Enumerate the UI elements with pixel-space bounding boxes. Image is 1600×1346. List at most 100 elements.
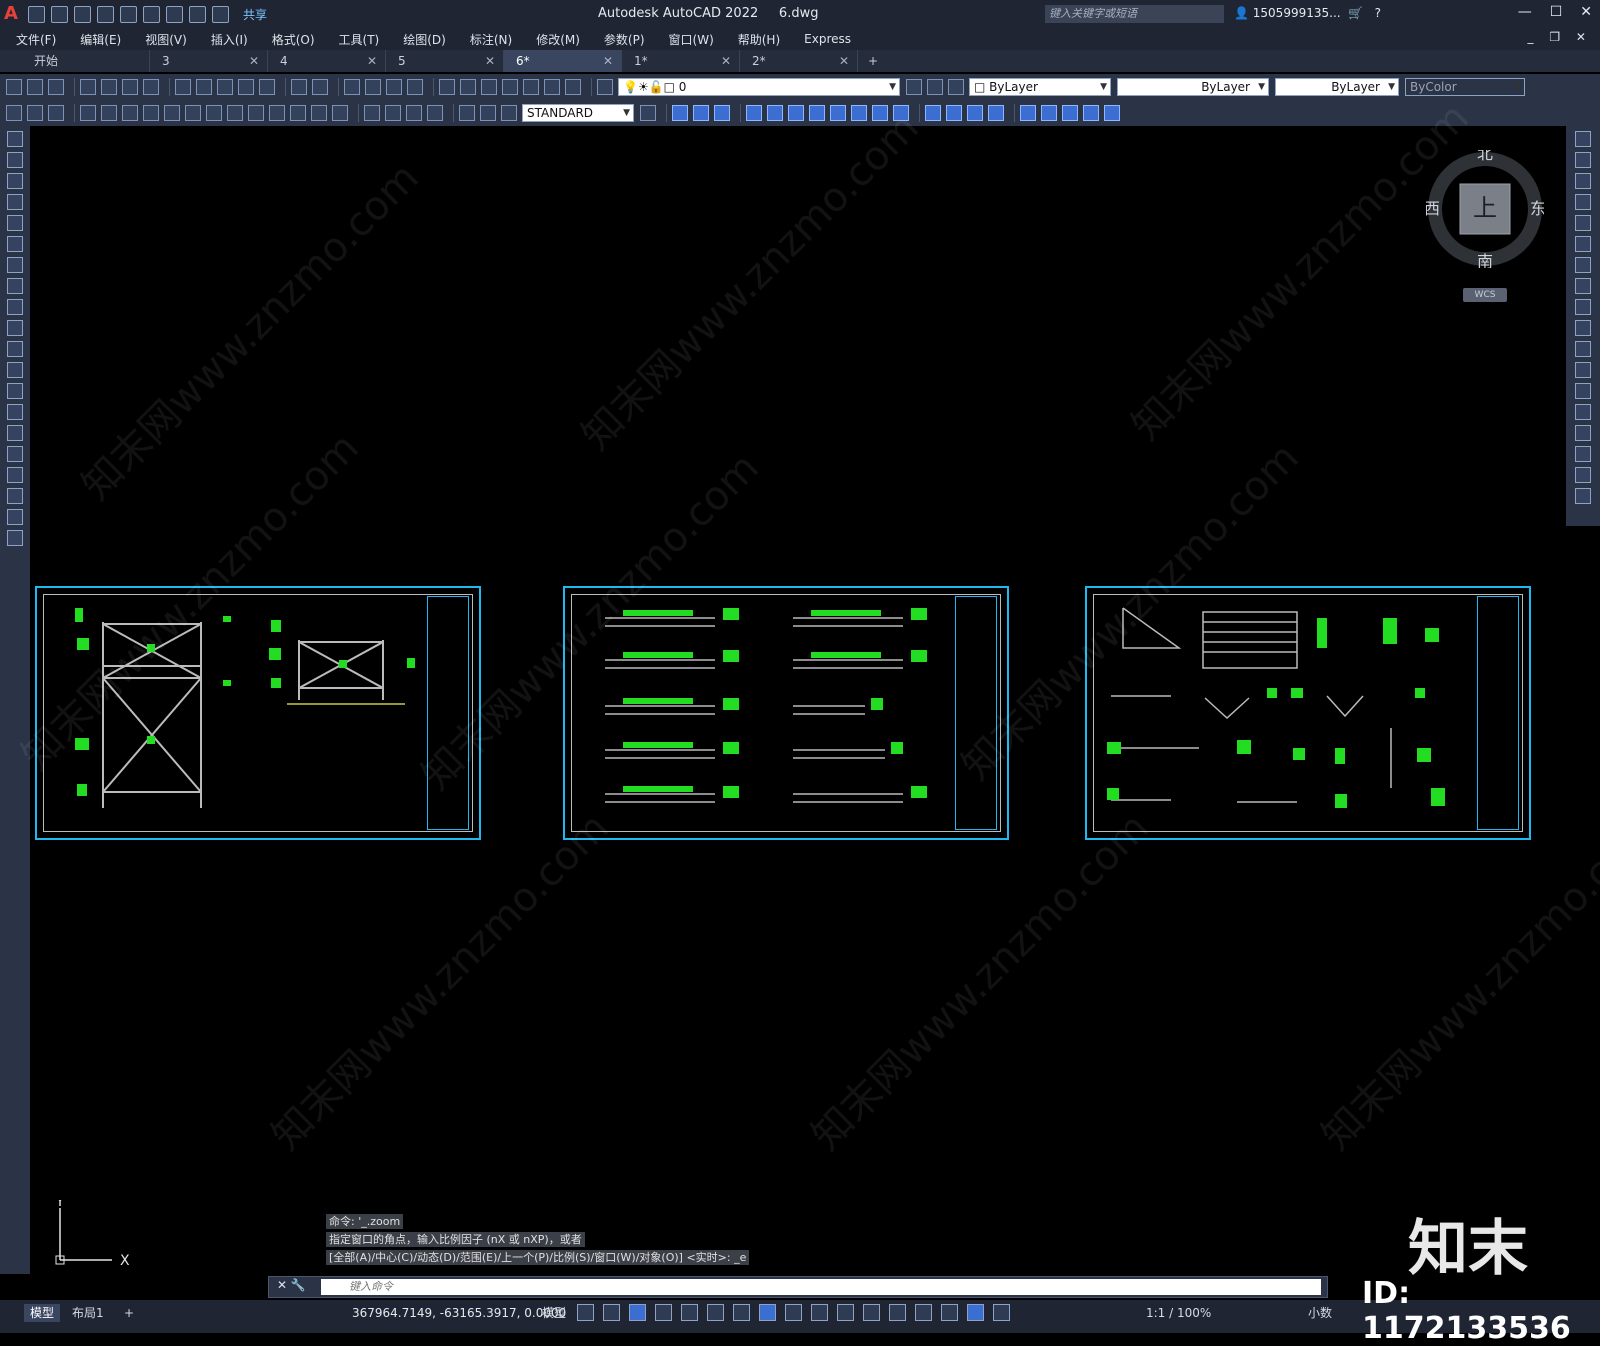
revision-cloud-icon[interactable] (7, 278, 23, 294)
drawing-sheet[interactable] (563, 586, 1009, 840)
open-icon[interactable] (51, 5, 68, 23)
menu-express[interactable]: Express (804, 32, 851, 46)
explode-icon[interactable] (1575, 488, 1591, 504)
close-tab-icon[interactable]: ✕ (485, 50, 495, 72)
dimension-update-icon[interactable] (501, 105, 517, 121)
join-icon[interactable] (1575, 404, 1591, 420)
scale-icon[interactable] (1575, 278, 1591, 294)
compass-north[interactable]: 北 (1477, 150, 1493, 163)
user-account[interactable]: 👤 1505999135... 🛒 ? (1234, 6, 1381, 20)
fillet-edge-icon[interactable] (925, 105, 941, 121)
viewcube-face-top[interactable]: 上 (1473, 194, 1497, 222)
stretch-icon[interactable] (1575, 299, 1591, 315)
offset-icon[interactable] (1575, 194, 1591, 210)
lineweight-icon[interactable] (785, 1304, 802, 1321)
angular-icon[interactable] (227, 105, 243, 121)
point-icon[interactable] (7, 404, 23, 420)
ortho-icon[interactable] (681, 1304, 698, 1321)
continue-icon[interactable] (290, 105, 306, 121)
fillet-icon[interactable] (1575, 446, 1591, 462)
zoom-previous-icon[interactable] (407, 79, 423, 95)
save-as-icon[interactable] (97, 5, 114, 23)
close-tab-icon[interactable]: ✕ (249, 50, 259, 72)
menu-edit[interactable]: 编辑(E) (80, 31, 121, 48)
center-mark-icon[interactable] (385, 105, 401, 121)
jogged-linear-icon[interactable] (427, 105, 443, 121)
viewcube[interactable]: 上 北 南 东 西 (1426, 150, 1544, 268)
help-icon[interactable]: ? (1367, 6, 1381, 20)
linear-dimension-icon[interactable] (80, 105, 96, 121)
break-at-point-icon[interactable] (1575, 362, 1591, 378)
redo-icon[interactable] (212, 5, 229, 23)
pan-icon[interactable] (344, 79, 360, 95)
add-layout-button[interactable]: + (118, 1304, 140, 1322)
undo-icon[interactable] (291, 79, 307, 95)
save-web-icon[interactable] (143, 5, 160, 23)
gizmo-icon[interactable] (941, 1304, 958, 1321)
arc-icon[interactable] (7, 236, 23, 252)
section-plane-icon[interactable] (893, 105, 909, 121)
3d-print-icon[interactable] (143, 79, 159, 95)
ellipse-icon[interactable] (7, 320, 23, 336)
move-icon[interactable] (1575, 236, 1591, 252)
tab-layout1[interactable]: 布局1 (66, 1304, 110, 1322)
tab-file-4[interactable]: 4 ✕ (268, 50, 386, 72)
copy-object-icon[interactable] (1575, 152, 1591, 168)
polyline-icon[interactable] (7, 173, 23, 189)
command-input[interactable]: 键入命令 (321, 1279, 1321, 1295)
menu-format[interactable]: 格式(O) (272, 31, 315, 48)
box-icon[interactable] (672, 105, 688, 121)
layer-states-icon[interactable] (948, 79, 964, 95)
cart-icon[interactable]: 🛒 (1344, 6, 1363, 20)
ellipse-arc-icon[interactable] (7, 341, 23, 357)
dimension-edit-icon[interactable] (459, 105, 475, 121)
line-icon[interactable] (7, 131, 23, 147)
selection-filter-icon[interactable] (915, 1304, 932, 1321)
menu-view[interactable]: 视图(V) (145, 31, 187, 48)
new-tab-button[interactable]: + (858, 50, 888, 72)
close-command-line-icon[interactable]: ✕ 🔧 (277, 1278, 306, 1292)
surface-icon[interactable] (1041, 105, 1057, 121)
open-web-icon[interactable] (120, 5, 137, 23)
gradient-icon[interactable] (7, 446, 23, 462)
extend-icon[interactable] (1575, 341, 1591, 357)
hatch-icon[interactable] (7, 425, 23, 441)
tab-model[interactable]: 模型 (24, 1304, 61, 1322)
union-icon[interactable] (693, 105, 709, 121)
close-button[interactable]: ✕ (1580, 4, 1592, 20)
mirror-icon[interactable] (1575, 173, 1591, 189)
dynamic-ucs-icon[interactable] (889, 1304, 906, 1321)
array-icon[interactable] (1575, 215, 1591, 231)
multiline-text-icon[interactable] (7, 509, 23, 525)
insert-block-icon[interactable] (7, 362, 23, 378)
extrude-icon[interactable] (746, 105, 762, 121)
calculator-icon[interactable] (544, 79, 560, 95)
compass-south[interactable]: 南 (1477, 252, 1493, 268)
plot-icon[interactable] (80, 79, 96, 95)
dimension-text-edit-icon[interactable] (480, 105, 496, 121)
grid-icon[interactable] (577, 1304, 594, 1321)
lineweight-dropdown[interactable]: ByLayer ▼ (1275, 78, 1399, 96)
drawing-sheet[interactable] (1085, 586, 1531, 840)
close-tab-icon[interactable]: ✕ (721, 50, 731, 72)
spline-icon[interactable] (7, 299, 23, 315)
3d-osnap-icon[interactable] (863, 1304, 880, 1321)
menu-window[interactable]: 窗口(W) (669, 31, 714, 48)
make-current-layer-icon[interactable] (906, 79, 922, 95)
presspull-icon[interactable] (767, 105, 783, 121)
rotate-icon[interactable] (1575, 257, 1591, 273)
tool-palettes-icon[interactable] (481, 79, 497, 95)
compass-east[interactable]: 东 (1530, 199, 1544, 218)
tab-file-2[interactable]: 2* ✕ (740, 50, 858, 72)
aligned-dimension-icon[interactable] (101, 105, 117, 121)
shell-icon[interactable] (967, 105, 983, 121)
circle-icon[interactable] (7, 257, 23, 273)
convert-solid-icon[interactable] (1083, 105, 1099, 121)
menu-parametric[interactable]: 参数(P) (604, 31, 645, 48)
close-tab-icon[interactable]: ✕ (839, 50, 849, 72)
polar-tracking-icon[interactable] (707, 1304, 724, 1321)
arc-length-icon[interactable] (122, 105, 138, 121)
undo-icon[interactable] (189, 5, 206, 23)
render-icon[interactable] (27, 105, 43, 121)
mesh-icon[interactable] (1020, 105, 1036, 121)
